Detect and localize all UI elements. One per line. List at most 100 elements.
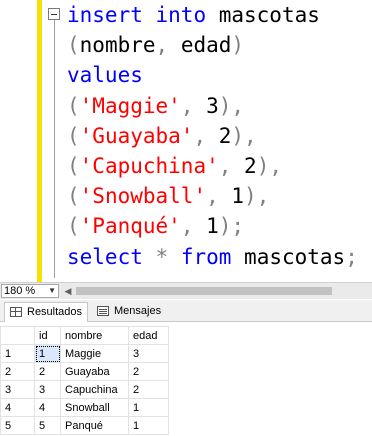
column-header-nombre[interactable]: nombre [60, 326, 129, 345]
row-number[interactable]: 3 [0, 380, 35, 399]
code-token: ), [256, 153, 282, 178]
change-tracking-bar [37, 0, 42, 282]
code-token: ); [218, 214, 245, 239]
collapse-icon[interactable] [48, 8, 60, 20]
cell-nombre[interactable]: Panqué [60, 416, 129, 435]
code-token: 'Panqué' [79, 214, 181, 239]
code-line[interactable]: ('Panqué', 1); [67, 213, 358, 243]
code-line[interactable]: insert into mascotas [67, 2, 358, 32]
code-line[interactable]: ('Maggie', 3), [67, 93, 358, 123]
code-token: ( [67, 214, 80, 239]
code-token: , [180, 93, 207, 118]
code-token: insert [67, 3, 143, 27]
code-token: select [67, 244, 143, 269]
code-token: mascotas [206, 3, 320, 27]
cell-edad[interactable]: 1 [128, 416, 169, 435]
tab-results-label: Resultados [27, 306, 83, 318]
code-token: ; [345, 244, 358, 269]
code-token: edad [180, 33, 232, 58]
code-token: 1 [231, 184, 245, 209]
code-token: ( [67, 123, 80, 148]
code-token: 'Maggie' [79, 93, 181, 118]
corner-cell[interactable] [0, 326, 35, 345]
editor-margin [0, 0, 37, 282]
cell-edad[interactable]: 2 [128, 362, 169, 381]
code-token: ( [67, 153, 80, 178]
code-token: values [67, 63, 143, 88]
editor-status-strip: 180 % ▼ ◀ [0, 282, 372, 299]
scroll-thumb[interactable] [76, 287, 332, 295]
code-token: , [206, 184, 232, 209]
code-token: 'Guayaba' [79, 123, 194, 148]
cell-nombre[interactable]: Capuchina [60, 380, 129, 399]
horizontal-scrollbar[interactable]: ◀ [62, 284, 372, 298]
query-editor[interactable]: insert into mascotas (nombre, edad) values… [0, 0, 372, 282]
scroll-left-icon[interactable]: ◀ [62, 284, 74, 298]
code-token: from [180, 244, 232, 269]
outline-guide [54, 20, 55, 278]
zoom-value: 180 % [4, 285, 36, 297]
code-token: ) [231, 33, 245, 58]
code-line[interactable]: values [67, 62, 358, 92]
chevron-down-icon: ▼ [48, 286, 56, 295]
code-token: , [193, 123, 219, 148]
zoom-select[interactable]: 180 % ▼ [1, 284, 59, 298]
code-token: 2 [244, 153, 257, 178]
column-header-edad[interactable]: edad [128, 326, 169, 345]
tab-messages[interactable]: Mensajes [92, 302, 164, 322]
code-token: into [155, 3, 207, 27]
code-lines: insert into mascotas (nombre, edad) values… [67, 2, 358, 274]
messages-icon [97, 306, 109, 316]
cell-id[interactable]: 3 [34, 380, 61, 399]
row-number[interactable]: 1 [0, 344, 35, 363]
row-number[interactable]: 2 [0, 362, 35, 381]
row-number[interactable]: 5 [0, 416, 35, 435]
code-token: ), [218, 93, 245, 118]
tab-results[interactable]: Resultados [4, 302, 88, 322]
cell-id[interactable]: 1 [34, 344, 61, 363]
grid-icon [10, 307, 22, 317]
table-row: 1 1 Maggie 3 [0, 344, 169, 363]
code-line[interactable]: select * from mascotas; [67, 244, 358, 274]
results-grid-area: id nombre edad 1 1 Maggie 3 2 2 Guayaba … [0, 322, 372, 436]
code-token: 3 [206, 93, 219, 118]
code-token: ), [231, 123, 257, 148]
code-token: 'Capuchina' [79, 153, 219, 178]
code-token: ), [244, 184, 270, 209]
table-row: 3 3 Capuchina 2 [0, 380, 169, 399]
table-row: 2 2 Guayaba 2 [0, 362, 169, 381]
code-line[interactable]: ('Capuchina', 2), [67, 153, 358, 183]
code-line[interactable]: ('Guayaba', 2), [67, 123, 358, 153]
results-grid: id nombre edad 1 1 Maggie 3 2 2 Guayaba … [0, 326, 169, 435]
cell-nombre[interactable]: Snowball [60, 398, 129, 417]
code-token: , [218, 153, 245, 178]
cell-nombre[interactable]: Guayaba [60, 362, 129, 381]
cell-id[interactable]: 5 [34, 416, 61, 435]
code-token: 'Snowball' [79, 184, 207, 209]
code-token: * [155, 244, 169, 269]
code-token: , [155, 33, 181, 58]
table-row: 4 4 Snowball 1 [0, 398, 169, 417]
cell-edad[interactable]: 2 [128, 380, 169, 399]
results-tabs: Resultados Mensajes [0, 300, 372, 322]
cell-id[interactable]: 2 [34, 362, 61, 381]
cell-edad[interactable]: 1 [128, 398, 169, 417]
cell-id[interactable]: 4 [34, 398, 61, 417]
code-line[interactable]: ('Snowball', 1), [67, 183, 358, 213]
code-token: ( [67, 184, 80, 209]
code-line[interactable]: (nombre, edad) [67, 32, 358, 62]
column-header-id[interactable]: id [34, 326, 61, 345]
code-token: ( [67, 93, 80, 118]
code-token: 2 [218, 123, 232, 148]
code-token: nombre [79, 33, 156, 58]
code-token: , [180, 214, 207, 239]
header-row: id nombre edad [0, 326, 169, 345]
cell-edad[interactable]: 3 [128, 344, 169, 363]
row-number[interactable]: 4 [0, 398, 35, 417]
cell-nombre[interactable]: Maggie [60, 344, 129, 363]
code-token: mascotas [231, 244, 346, 269]
table-row: 5 5 Panqué 1 [0, 416, 169, 435]
